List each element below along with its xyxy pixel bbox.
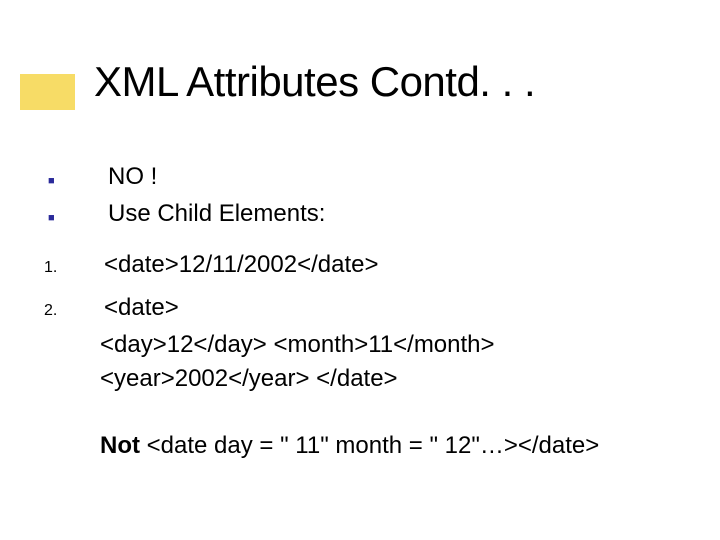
not-line: Not <date day = " 11" month = " 12"…></d… xyxy=(100,429,680,462)
bullet-text: NO ! xyxy=(108,160,680,193)
not-label: Not xyxy=(100,432,140,459)
bullet-item: Use Child Elements: xyxy=(40,197,680,230)
list-number: 2. xyxy=(40,300,104,322)
slide-title: XML Attributes Contd. . . xyxy=(94,58,535,106)
slide-content: NO ! Use Child Elements: 1. <date>12/11/… xyxy=(40,160,680,462)
numbered-item: 1. <date>12/11/2002</date> xyxy=(40,248,680,281)
bullet-text: Use Child Elements: xyxy=(108,197,680,230)
accent-bar xyxy=(20,74,75,110)
numbered-text: <date>12/11/2002</date> xyxy=(104,248,680,281)
bullet-item: NO ! xyxy=(40,160,680,193)
numbered-text: <date> xyxy=(104,291,680,324)
square-bullet-icon xyxy=(40,207,108,226)
not-text: <date day = " 11" month = " 12"…></date> xyxy=(140,432,599,459)
code-line: <year>2002</year> </date> xyxy=(100,362,680,395)
numbered-item: 2. <date> xyxy=(40,291,680,324)
list-number: 1. xyxy=(40,257,104,279)
square-bullet-icon xyxy=(40,170,108,189)
code-line: <day>12</day> <month>11</month> xyxy=(100,328,680,361)
slide: XML Attributes Contd. . . NO ! Use Child… xyxy=(0,0,720,540)
